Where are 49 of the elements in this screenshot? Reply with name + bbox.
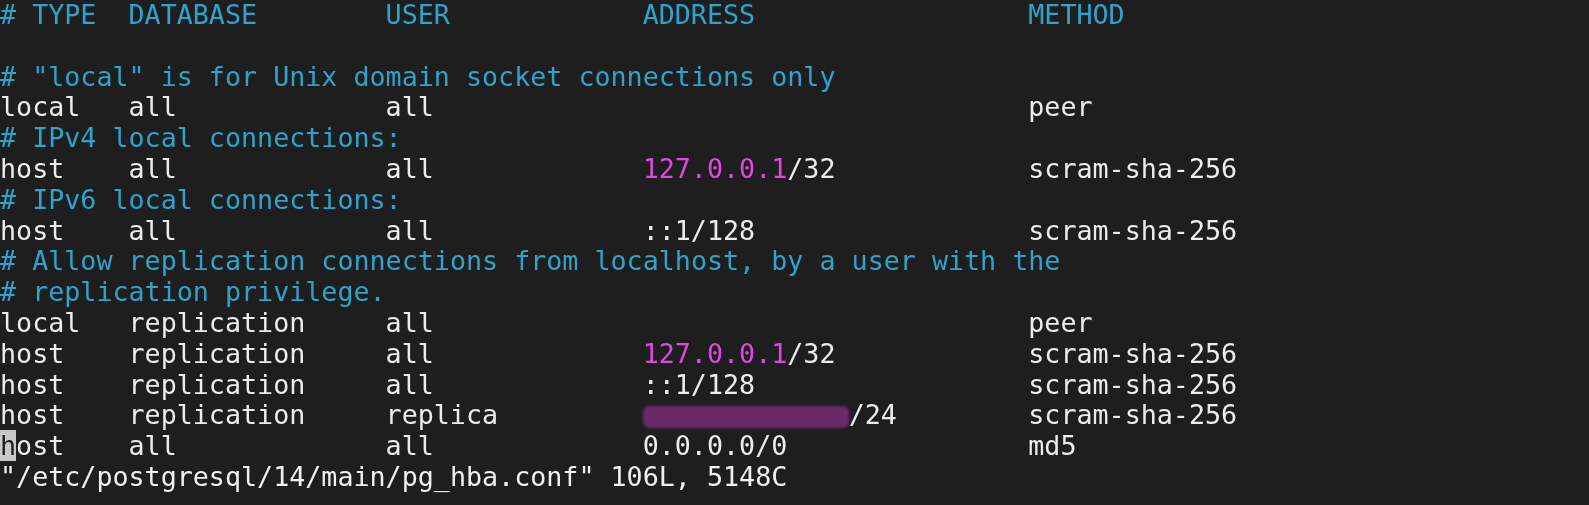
database-cell: all	[128, 91, 177, 123]
user-cell: all	[385, 214, 434, 246]
address-cell: ::1/128	[642, 214, 756, 246]
method-cell: peer	[1028, 91, 1093, 123]
type-cell: host	[0, 399, 65, 431]
comment-line: # Allow replication connections from localhost, by a user with the	[0, 246, 1061, 278]
address-cell: 0.0.0.0/0	[642, 430, 788, 462]
type-cell: host	[0, 430, 65, 462]
method-cell: peer	[1028, 306, 1093, 338]
comment-line: # IPv4 local connections:	[0, 123, 402, 154]
address-cell: 127.0.0.1/32	[642, 337, 836, 369]
address-cell: 127.0.0.1/32	[642, 153, 836, 184]
method-cell: scram-sha-256	[1028, 153, 1238, 184]
method-cell: md5	[1028, 430, 1077, 462]
user-cell: all	[385, 306, 434, 338]
type-cell: local	[0, 91, 81, 123]
user-cell: all	[385, 430, 434, 462]
database-cell: replication	[128, 399, 306, 431]
status-message: "/etc/postgresql/14/main/pg_hba.conf" 106L, 5148C	[0, 461, 788, 493]
address-cell: ::1/128	[642, 368, 756, 400]
database-cell: replication	[128, 368, 306, 400]
user-cell: all	[385, 153, 434, 184]
column-heading: DATABASE	[128, 0, 258, 30]
method-cell: scram-sha-256	[1028, 368, 1238, 400]
user-cell: replica	[385, 399, 499, 431]
column-heading: METHOD	[1028, 0, 1125, 30]
database-cell: replication	[128, 306, 306, 338]
column-heading: # TYPE	[0, 0, 97, 30]
method-cell: scram-sha-256	[1028, 399, 1238, 431]
database-cell: replication	[128, 337, 306, 369]
column-heading: USER	[385, 0, 450, 30]
comment-line: # replication privilege.	[0, 277, 386, 308]
database-cell: all	[128, 430, 177, 462]
database-cell: all	[128, 214, 177, 246]
type-cell: host	[0, 214, 65, 246]
user-cell: all	[385, 368, 434, 400]
type-cell: local	[0, 306, 81, 338]
method-cell: scram-sha-256	[1028, 337, 1238, 369]
method-cell: scram-sha-256	[1028, 214, 1238, 246]
database-cell: all	[128, 153, 177, 184]
type-cell: host	[0, 368, 65, 400]
comment-line: # IPv6 local connections:	[0, 184, 402, 216]
comment-line: # "local" is for Unix domain socket connections only	[0, 61, 836, 93]
user-cell: all	[385, 337, 434, 369]
type-cell: host	[0, 337, 65, 369]
type-cell: host	[0, 153, 65, 184]
user-cell: all	[385, 91, 434, 123]
address-suffix: /24	[848, 399, 897, 431]
column-heading: ADDRESS	[642, 0, 756, 30]
